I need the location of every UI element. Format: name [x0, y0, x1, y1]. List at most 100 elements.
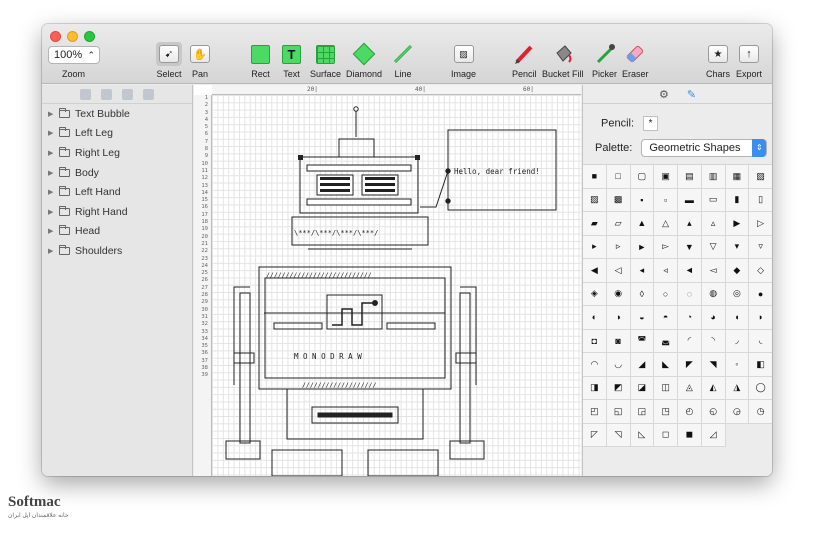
palette-glyph[interactable]: ◑ [606, 306, 631, 330]
palette-glyph[interactable]: ◀ [583, 259, 607, 283]
palette-glyph[interactable]: ◛ [654, 329, 678, 353]
palette-glyph[interactable]: ▸ [583, 235, 607, 259]
palette-glyph[interactable]: ◧ [749, 353, 772, 377]
layer-item[interactable]: ▶ Head [42, 222, 192, 242]
layer-item[interactable]: ▶ Shoulders [42, 241, 192, 261]
palette-glyph[interactable]: ◉ [606, 282, 631, 306]
surface-tool[interactable]: Surface [310, 42, 341, 79]
palette-glyph[interactable]: ◖ [725, 306, 750, 330]
palette-glyph[interactable]: ▿ [749, 235, 772, 259]
palette-glyph[interactable]: ◍ [701, 282, 726, 306]
disclosure-triangle-icon[interactable]: ▶ [48, 169, 59, 177]
palette-glyph[interactable]: ◯ [749, 376, 772, 400]
line-tool[interactable]: Line [392, 42, 414, 79]
eraser-tool[interactable]: Eraser [622, 42, 649, 79]
layer-item[interactable]: ▶ Body [42, 163, 192, 183]
picker-tool[interactable]: Picker [592, 42, 617, 79]
palette-glyph[interactable]: ◃ [654, 259, 678, 283]
drawing-canvas[interactable]: 20| 40| 60| 1 2 3 4 5 6 7 8 9 10 11 12 13 14 15 16 17 18 1… [194, 85, 581, 476]
palette-glyph[interactable]: ▧ [749, 165, 772, 189]
palette-glyph[interactable]: ◷ [749, 400, 772, 424]
bucket-fill-tool[interactable]: Bucket Fill [542, 42, 584, 79]
disclosure-triangle-icon[interactable]: ▶ [48, 208, 59, 216]
palette-glyph[interactable]: ▭ [701, 188, 726, 212]
pencil-char-field[interactable]: * [643, 116, 659, 131]
palette-glyph[interactable]: ◗ [749, 306, 772, 330]
palette-glyph[interactable]: ◩ [606, 376, 631, 400]
palette-glyph[interactable]: ◄ [678, 259, 702, 283]
palette-glyph[interactable]: ◕ [701, 306, 726, 330]
palette-glyph[interactable]: ◂ [630, 259, 655, 283]
export-button[interactable]: ↑ Export [736, 42, 762, 79]
palette-select[interactable]: Geometric Shapes ⇕ [641, 139, 768, 157]
palette-glyph[interactable]: ◶ [725, 400, 750, 424]
palette-glyph[interactable]: ▤ [678, 165, 702, 189]
palette-glyph[interactable]: ◞ [725, 329, 750, 353]
palette-glyph[interactable]: ▻ [654, 235, 678, 259]
palette-glyph[interactable]: ▴ [678, 212, 702, 236]
palette-glyph[interactable]: ▵ [701, 212, 726, 236]
palette-glyph[interactable]: ▶ [725, 212, 750, 236]
diamond-tool[interactable]: Diamond [346, 42, 382, 79]
palette-glyph[interactable]: ● [749, 282, 772, 306]
palette-glyph[interactable]: ◡ [606, 353, 631, 377]
palette-glyph[interactable]: ◟ [749, 329, 772, 353]
palette-glyph[interactable]: ▪ [630, 188, 655, 212]
palette-glyph[interactable]: ◦ [725, 353, 750, 377]
palette-glyph[interactable]: ◘ [583, 329, 607, 353]
close-button[interactable] [50, 31, 61, 42]
palette-glyph[interactable]: ◹ [606, 423, 631, 447]
disclosure-triangle-icon[interactable]: ▶ [48, 188, 59, 196]
palette-glyph[interactable]: ◓ [654, 306, 678, 330]
pencil-tab-icon[interactable]: ✎ [687, 88, 696, 101]
palette-glyph[interactable]: ◁ [606, 259, 631, 283]
disclosure-triangle-icon[interactable]: ▶ [48, 110, 59, 118]
pencil-tool[interactable]: Pencil [512, 42, 537, 79]
layer-action-icon[interactable] [80, 88, 91, 100]
palette-glyph[interactable]: ▢ [630, 165, 655, 189]
palette-glyph[interactable]: ◫ [654, 376, 678, 400]
layer-item[interactable]: ▶ Right Leg [42, 143, 192, 163]
palette-glyph[interactable]: ◔ [678, 306, 702, 330]
palette-glyph[interactable]: ◜ [678, 329, 702, 353]
palette-glyph[interactable]: ▽ [701, 235, 726, 259]
palette-glyph[interactable]: ◢ [630, 353, 655, 377]
palette-glyph[interactable]: ◴ [678, 400, 702, 424]
palette-glyph[interactable]: ◇ [749, 259, 772, 283]
minimize-button[interactable] [67, 31, 78, 42]
palette-glyph[interactable]: ◐ [583, 306, 607, 330]
palette-glyph[interactable]: ◨ [583, 376, 607, 400]
zoom-window-button[interactable] [84, 31, 95, 42]
palette-glyph[interactable]: ▦ [725, 165, 750, 189]
palette-glyph[interactable]: ► [630, 235, 655, 259]
palette-glyph[interactable]: ◰ [583, 400, 607, 424]
palette-glyph[interactable]: ◌ [678, 282, 702, 306]
disclosure-triangle-icon[interactable]: ▶ [48, 129, 59, 137]
palette-glyph[interactable]: ◼ [678, 423, 702, 447]
chars-button[interactable]: ★ Chars [706, 42, 730, 79]
palette-glyph[interactable]: ◸ [583, 423, 607, 447]
palette-glyph[interactable]: ◮ [725, 376, 750, 400]
palette-glyph[interactable]: ◿ [701, 423, 726, 447]
palette-glyph[interactable]: ◻ [654, 423, 678, 447]
select-tool[interactable]: ➹ Select [156, 42, 182, 79]
layer-item[interactable]: ▶ Left Hand [42, 182, 192, 202]
rect-tool[interactable]: Rect [251, 42, 270, 79]
palette-glyph[interactable]: ▥ [701, 165, 726, 189]
palette-glyph[interactable]: ◣ [654, 353, 678, 377]
text-tool[interactable]: T Text [282, 42, 301, 79]
palette-glyph[interactable]: ◥ [701, 353, 726, 377]
layer-front-icon[interactable] [122, 88, 133, 100]
disclosure-triangle-icon[interactable]: ▶ [48, 227, 59, 235]
palette-glyph[interactable]: ▲ [630, 212, 655, 236]
palette-glyph[interactable]: ◱ [606, 400, 631, 424]
palette-glyph[interactable]: ◤ [678, 353, 702, 377]
palette-glyph[interactable]: ▯ [749, 188, 772, 212]
palette-glyph[interactable]: ◬ [678, 376, 702, 400]
palette-glyph[interactable]: □ [606, 165, 631, 189]
palette-glyph[interactable]: ◲ [630, 400, 655, 424]
layer-item[interactable]: ▶ Right Hand [42, 202, 192, 222]
palette-glyph[interactable]: ◵ [701, 400, 726, 424]
palette-glyph[interactable]: ▹ [606, 235, 631, 259]
palette-glyph[interactable]: ▼ [678, 235, 702, 259]
